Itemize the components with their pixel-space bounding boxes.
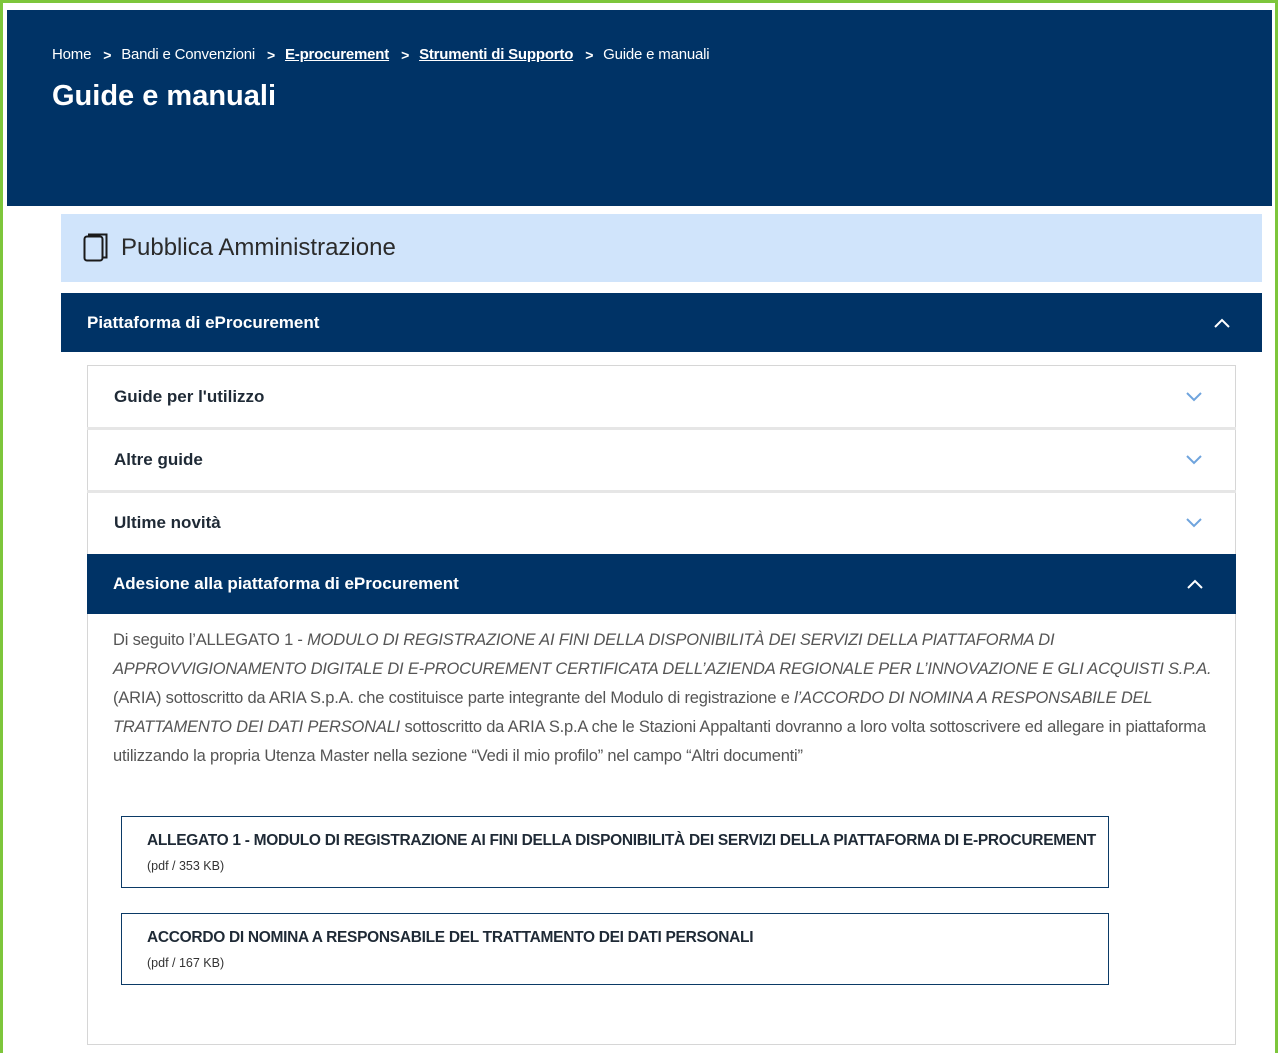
- document-meta: (pdf / 167 KB): [147, 956, 225, 970]
- chevron-up-icon: [1214, 318, 1230, 328]
- accordion-label: Ultime novità: [114, 513, 221, 532]
- breadcrumb-e-procurement[interactable]: E-procurement: [285, 46, 389, 63]
- breadcrumb-separator: >: [401, 46, 410, 63]
- accordion-label: Altre guide: [114, 450, 203, 469]
- adesione-description: Di seguito l’ALLEGATO 1 - MODULO DI REGI…: [113, 626, 1223, 771]
- breadcrumb-strumenti-supporto[interactable]: Strumenti di Supporto: [419, 46, 573, 63]
- breadcrumb-separator: >: [103, 46, 112, 63]
- document-link-accordo-nomina[interactable]: ACCORDO DI NOMINA A RESPONSABILE DEL TRA…: [121, 913, 1109, 985]
- chevron-down-icon: [1186, 455, 1202, 465]
- book-icon: [83, 233, 108, 262]
- breadcrumb-bandi-convenzioni[interactable]: Bandi e Convenzioni: [121, 46, 255, 63]
- accordion-label: Adesione alla piattaforma di eProcuremen…: [113, 574, 459, 593]
- description-text: Di seguito l’ALLEGATO 1 -: [113, 631, 308, 649]
- breadcrumb: Home > Bandi e Convenzioni > E-procureme…: [52, 46, 710, 63]
- chevron-down-icon: [1186, 518, 1202, 528]
- accordion-piattaforma-eprocurement[interactable]: Piattaforma di eProcurement: [61, 293, 1262, 352]
- description-text: (ARIA) sottoscritto da ARIA S.p.A. che c…: [113, 689, 795, 707]
- chevron-up-icon: [1187, 579, 1203, 589]
- accordion-label: Guide per l'utilizzo: [114, 387, 265, 406]
- breadcrumb-separator: >: [585, 46, 594, 63]
- document-title: ALLEGATO 1 - MODULO DI REGISTRAZIONE AI …: [147, 832, 1096, 849]
- breadcrumb-current: Guide e manuali: [603, 46, 710, 63]
- accordion-label: Piattaforma di eProcurement: [87, 312, 320, 332]
- document-title: ACCORDO DI NOMINA A RESPONSABILE DEL TRA…: [147, 929, 754, 946]
- page-title: Guide e manuali: [52, 80, 276, 112]
- breadcrumb-home[interactable]: Home: [52, 46, 91, 63]
- accordion-altre-guide[interactable]: Altre guide: [87, 430, 1236, 490]
- accordion-ultime-novita[interactable]: Ultime novità: [87, 493, 1236, 553]
- breadcrumb-separator: >: [267, 46, 275, 63]
- page-header: Home > Bandi e Convenzioni > E-procureme…: [7, 10, 1272, 206]
- section-title: Pubblica Amministrazione: [121, 234, 396, 261]
- document-link-allegato-1[interactable]: ALLEGATO 1 - MODULO DI REGISTRAZIONE AI …: [121, 816, 1109, 888]
- accordion-adesione-piattaforma[interactable]: Adesione alla piattaforma di eProcuremen…: [87, 554, 1236, 614]
- section-header: Pubblica Amministrazione: [61, 214, 1262, 282]
- accordion-guide-utilizzo[interactable]: Guide per l'utilizzo: [87, 367, 1236, 427]
- chevron-down-icon: [1186, 392, 1202, 402]
- document-meta: (pdf / 353 KB): [147, 859, 225, 873]
